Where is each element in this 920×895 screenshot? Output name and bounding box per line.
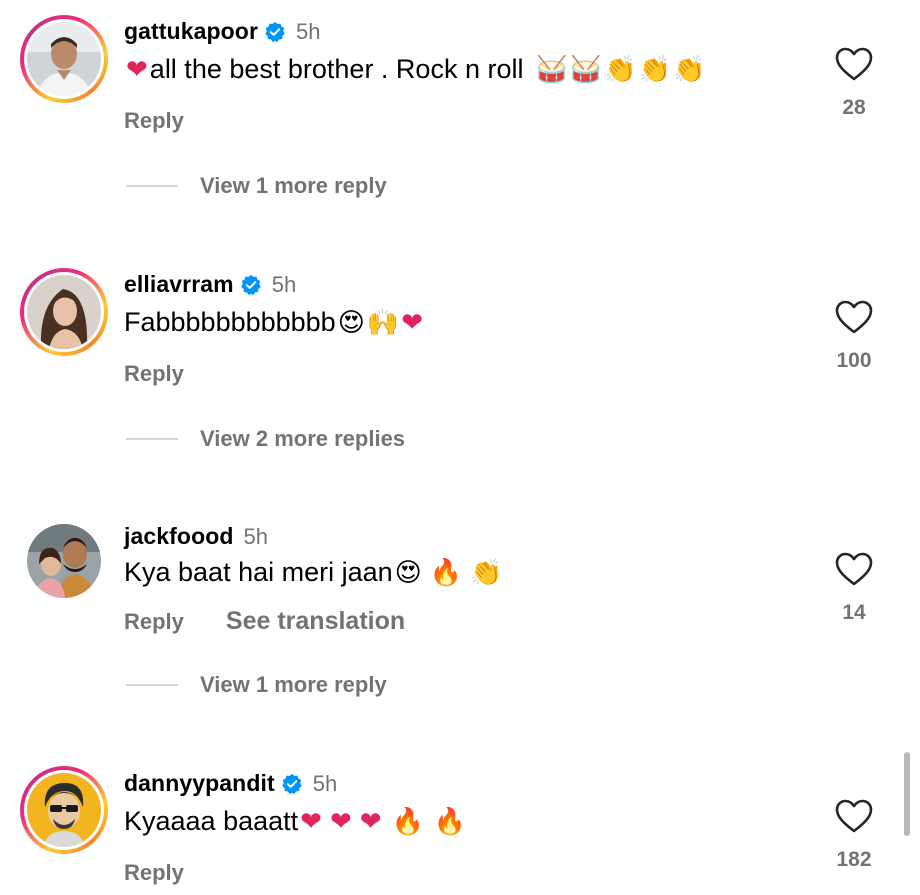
red-heart-emoji: ❤ bbox=[126, 54, 148, 85]
comment-text-row: Kya baat hai meri jaan 😍 🔥 👏 bbox=[124, 557, 503, 588]
view-more-replies[interactable]: View 2 more replies bbox=[126, 426, 405, 452]
comment-text-row: Kyaaaa baaatt ❤ ❤ ❤ 🔥 🔥 bbox=[124, 806, 466, 837]
like-area: 14 bbox=[818, 551, 890, 625]
avatar-gattukapoor[interactable] bbox=[20, 15, 108, 103]
scrollbar-thumb[interactable] bbox=[904, 752, 910, 836]
see-translation-button[interactable]: See translation bbox=[226, 607, 405, 636]
username[interactable]: dannyypandit bbox=[124, 770, 275, 797]
view-more-replies[interactable]: View 1 more reply bbox=[126, 173, 387, 199]
verified-badge-icon bbox=[282, 773, 302, 794]
heart-eyes-emoji: 😍 bbox=[394, 557, 422, 588]
heart-outline-icon[interactable] bbox=[834, 551, 874, 587]
avatar-photo bbox=[27, 275, 101, 349]
comment-text: Kya baat hai meri jaan bbox=[124, 557, 393, 587]
username[interactable]: elliavrram bbox=[124, 271, 234, 298]
avatar-elliavrram[interactable] bbox=[20, 268, 108, 356]
clap-emoji: 👏 bbox=[638, 54, 671, 85]
verified-badge-icon bbox=[265, 21, 285, 42]
like-count: 100 bbox=[836, 349, 872, 372]
verified-badge-icon bbox=[240, 274, 261, 295]
like-area: 100 bbox=[818, 299, 890, 373]
username[interactable]: jackfoood bbox=[124, 523, 234, 550]
view-more-label[interactable]: View 1 more reply bbox=[200, 173, 387, 199]
heart-outline-icon[interactable] bbox=[834, 299, 874, 335]
reply-button[interactable]: Reply bbox=[124, 609, 184, 635]
avatar-photo bbox=[27, 524, 101, 598]
fire-emoji: 🔥 bbox=[433, 806, 467, 837]
like-count: 182 bbox=[836, 848, 872, 871]
comment-text-row: Fabbbbbbbbbbbb 😍 🙌 ❤ bbox=[124, 307, 423, 338]
clap-emoji: 👏 bbox=[672, 54, 706, 85]
fire-emoji: 🔥 bbox=[391, 806, 424, 837]
like-count: 14 bbox=[842, 601, 866, 624]
comment-time: 5h bbox=[312, 770, 338, 796]
clap-emoji: 👏 bbox=[470, 557, 503, 588]
heart-outline-icon[interactable] bbox=[834, 46, 874, 82]
red-heart-emoji: ❤ bbox=[329, 806, 352, 837]
divider-line bbox=[126, 185, 178, 187]
reply-button[interactable]: Reply bbox=[124, 361, 184, 387]
like-count: 28 bbox=[842, 96, 866, 119]
like-area: 28 bbox=[818, 46, 890, 120]
reply-button[interactable]: Reply bbox=[124, 108, 184, 134]
comment-time: 5h bbox=[296, 18, 321, 44]
divider-line bbox=[126, 438, 178, 440]
drum-emoji: 🥁 bbox=[535, 54, 568, 85]
red-heart-emoji: ❤ bbox=[401, 307, 423, 338]
username[interactable]: gattukapoor bbox=[124, 18, 258, 45]
comment-time: 5h bbox=[271, 271, 297, 297]
avatar-photo bbox=[27, 773, 101, 847]
red-heart-emoji: ❤ bbox=[359, 806, 382, 837]
raised-hands-emoji: 🙌 bbox=[366, 307, 400, 338]
fire-emoji: 🔥 bbox=[429, 557, 463, 588]
like-area: 182 bbox=[818, 798, 890, 872]
avatar-jackfoood[interactable] bbox=[20, 517, 108, 605]
view-more-replies[interactable]: View 1 more reply bbox=[126, 672, 387, 698]
heart-outline-icon[interactable] bbox=[834, 798, 874, 834]
view-more-label[interactable]: View 1 more reply bbox=[200, 672, 387, 698]
view-more-label[interactable]: View 2 more replies bbox=[200, 426, 405, 452]
drum-emoji: 🥁 bbox=[569, 54, 603, 85]
comment-text: Fabbbbbbbbbbbb bbox=[124, 307, 336, 337]
divider-line bbox=[126, 684, 178, 686]
comment-time: 5h bbox=[243, 523, 269, 549]
avatar-photo bbox=[27, 22, 101, 96]
comment-text-row: ❤ all the best brother . Rock n roll 🥁 🥁… bbox=[124, 54, 705, 85]
comment-text: all the best brother . Rock n roll bbox=[149, 54, 524, 84]
clap-emoji: 👏 bbox=[604, 54, 637, 85]
red-heart-emoji: ❤ bbox=[300, 806, 322, 837]
heart-eyes-emoji: 😍 bbox=[337, 307, 365, 338]
comment-text: Kyaaaa baaatt bbox=[124, 806, 299, 836]
avatar-dannyypandit[interactable] bbox=[20, 766, 108, 854]
reply-button[interactable]: Reply bbox=[124, 860, 184, 886]
